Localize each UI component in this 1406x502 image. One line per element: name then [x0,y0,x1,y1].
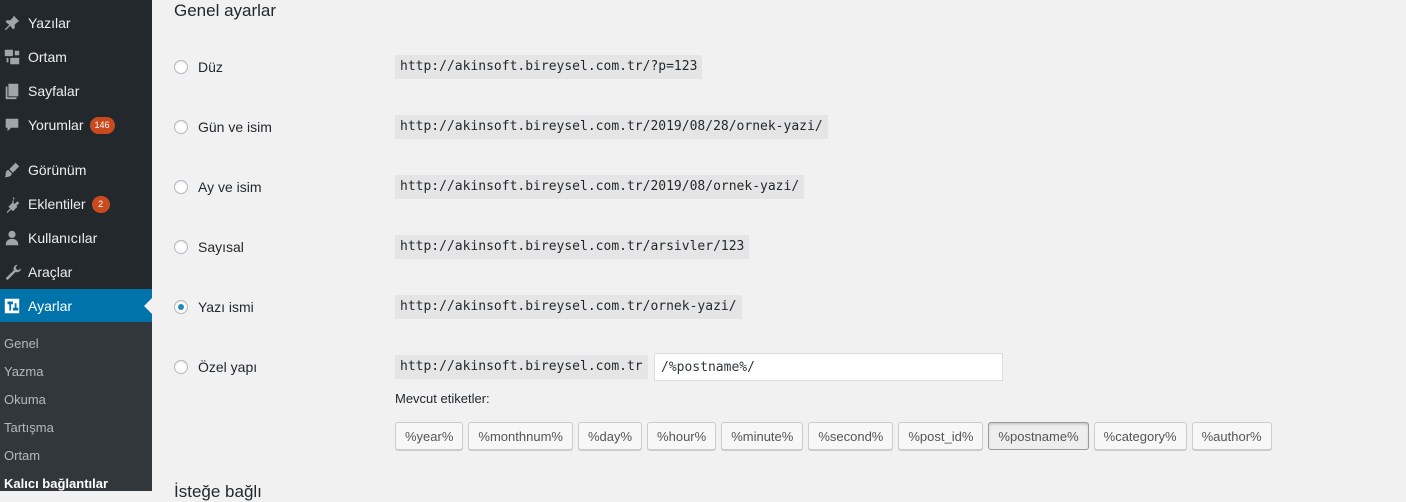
pages-icon [2,81,22,101]
option-label: Ay ve isim [198,179,262,195]
menu-label: Ayarlar [28,298,73,314]
submenu-item-general[interactable]: Genel [4,336,39,351]
submenu-item-writing[interactable]: Yazma [4,364,44,379]
tag-button-hour[interactable]: %hour% [647,422,717,450]
menu-label: Görünüm [28,162,87,178]
radio-button[interactable] [174,240,188,254]
user-icon [2,228,22,248]
settings-content: Genel ayarlar Düz http://akinsoft.bireys… [152,0,1406,501]
example-url: http://akinsoft.bireysel.com.tr/2019/08/… [395,175,805,199]
menu-item-appearance[interactable]: Görünüm [0,153,152,187]
optional-section-title: İsteğe bağlı [174,482,262,501]
base-url: http://akinsoft.bireysel.com.tr [395,355,648,379]
settings-submenu: Genel Yazma Okuma Tartışma Ortam Kalıcı … [0,322,152,491]
tag-button-postname[interactable]: %postname% [988,422,1089,450]
pin-icon [2,13,22,33]
menu-item-tools[interactable]: Araçlar [0,255,152,289]
permalink-option-post-name[interactable]: Yazı ismi http://akinsoft.bireysel.com.t… [174,293,1374,323]
option-label: Özel yapı [198,359,258,375]
plugin-icon [2,194,22,214]
permalink-option-month-name[interactable]: Ay ve isim http://akinsoft.bireysel.com.… [174,173,1374,203]
menu-label: Sayfalar [28,83,80,99]
comments-count-badge: 146 [89,116,115,134]
tag-button-category[interactable]: %category% [1093,422,1187,450]
submenu-item-media[interactable]: Ortam [4,448,40,463]
tag-button-post-id[interactable]: %post_id% [898,422,984,450]
menu-item-settings[interactable]: Ayarlar [0,289,152,323]
option-label: Gün ve isim [198,119,272,135]
tag-button-year[interactable]: %year% [395,422,464,450]
tag-button-minute[interactable]: %minute% [721,422,804,450]
menu-label: Yazılar [28,15,71,31]
radio-button[interactable] [174,60,188,74]
menu-item-posts[interactable]: Yazılar [0,6,152,40]
radio-button-selected[interactable] [174,300,188,314]
tag-button-second[interactable]: %second% [808,422,894,450]
submenu-item-discussion[interactable]: Tartışma [4,420,54,435]
brush-icon [2,160,22,180]
menu-label: Araçlar [28,264,73,280]
plugins-update-badge: 2 [91,195,110,213]
radio-button[interactable] [174,360,188,374]
example-url: http://akinsoft.bireysel.com.tr/?p=123 [395,55,703,79]
option-label: Yazı ismi [198,299,254,315]
tag-button-author[interactable]: %author% [1191,422,1272,450]
menu-label: Eklentiler [28,196,86,212]
section-title: Genel ayarlar [174,1,277,20]
menu-item-pages[interactable]: Sayfalar [0,74,152,108]
radio-button[interactable] [174,180,188,194]
option-label: Düz [198,59,223,75]
menu-item-media[interactable]: Ortam [0,40,152,74]
menu-item-users[interactable]: Kullanıcılar [0,221,152,255]
example-url: http://akinsoft.bireysel.com.tr/ornek-ya… [395,295,742,319]
submenu-item-permalinks[interactable]: Kalıcı bağlantılar [4,476,108,491]
settings-icon [2,296,22,316]
menu-item-comments[interactable]: Yorumlar 146 [0,108,152,142]
menu-label: Yorumlar [28,117,84,133]
option-label: Sayısal [198,239,244,255]
permalink-option-day-name[interactable]: Gün ve isim http://akinsoft.bireysel.com… [174,113,1374,143]
radio-button[interactable] [174,120,188,134]
menu-label: Kullanıcılar [28,230,98,246]
example-url: http://akinsoft.bireysel.com.tr/2019/08/… [395,115,828,139]
menu-item-plugins[interactable]: Eklentiler 2 [0,187,152,221]
permalink-option-numeric[interactable]: Sayısal http://akinsoft.bireysel.com.tr/… [174,233,1374,263]
tag-button-monthnum[interactable]: %monthnum% [468,422,573,450]
permalink-option-plain[interactable]: Düz http://akinsoft.bireysel.com.tr/?p=1… [174,53,1374,83]
comment-icon [2,115,22,135]
submenu-item-reading[interactable]: Okuma [4,392,46,407]
media-icon [2,47,22,67]
wrench-icon [2,262,22,282]
custom-structure-input[interactable] [654,353,1003,381]
available-tags-label: Mevcut etiketler: [395,391,490,406]
admin-sidebar: Yazılar Ortam Sayfalar Yorumlar 146 Görü… [0,0,152,491]
menu-label: Ortam [28,49,67,65]
tag-button-day[interactable]: %day% [577,422,643,450]
available-tags: %year% %monthnum% %day% %hour% %minute% … [395,422,1277,451]
example-url: http://akinsoft.bireysel.com.tr/arsivler… [395,235,750,259]
